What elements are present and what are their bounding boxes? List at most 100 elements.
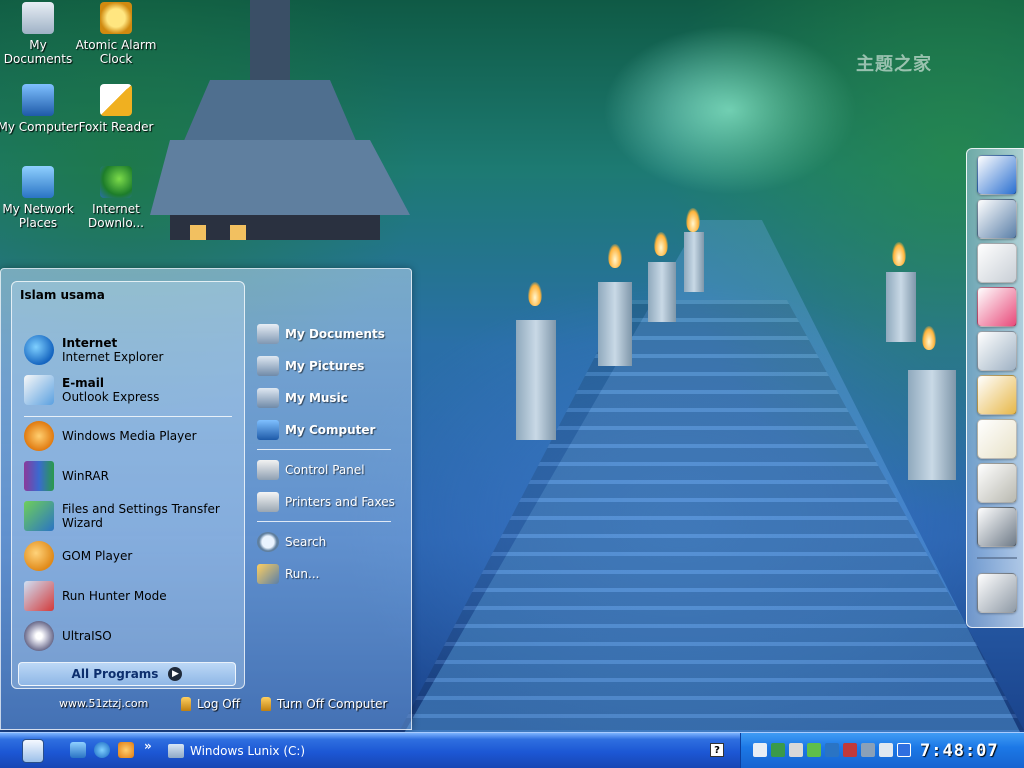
wallpaper-candle-flame: [686, 208, 700, 232]
wallpaper-candle-flame: [654, 232, 668, 256]
start-menu-separator: [257, 449, 391, 450]
taskbar-button-label: Windows Lunix (C:): [190, 744, 306, 758]
system-label: Printers and Faxes: [285, 495, 395, 509]
system-label: Control Panel: [285, 463, 365, 477]
trash-icon[interactable]: [977, 573, 1017, 613]
start-menu-printers-and-faxes[interactable]: Printers and Faxes: [257, 491, 395, 513]
item-label: WinRAR: [62, 469, 109, 483]
wallpaper-candle-flame: [892, 242, 906, 266]
start-menu-place-my-documents[interactable]: My Documents: [257, 323, 385, 345]
ultraiso-icon: [24, 621, 54, 651]
dock-separator: [977, 557, 1017, 559]
turn-off-computer-button[interactable]: Turn Off Computer: [261, 697, 387, 711]
windows-media-player-icon[interactable]: [118, 742, 134, 758]
safely-remove-icon[interactable]: [807, 743, 821, 757]
start-menu-item-email[interactable]: E-mail Outlook Express: [24, 372, 159, 408]
all-programs-label: All Programs: [71, 667, 159, 681]
help-icon[interactable]: ?: [710, 743, 724, 757]
printer-icon: [22, 2, 54, 34]
wallpaper-walkway: [400, 220, 1024, 740]
wallpaper-candle-flame: [922, 326, 936, 350]
tool-label: Search: [285, 535, 327, 549]
desktop-icon-my-computer[interactable]: My Computer: [0, 84, 80, 134]
winrar-icon: [24, 461, 54, 491]
calculator-icon[interactable]: [977, 463, 1017, 503]
internet-explorer-icon: [24, 335, 54, 365]
place-label: My Documents: [285, 327, 385, 341]
drawing-tablet-icon[interactable]: [977, 199, 1017, 239]
log-off-button[interactable]: Log Off: [181, 697, 240, 711]
window-tray-icon[interactable]: [897, 743, 911, 757]
side-dock: [966, 148, 1024, 628]
shield-icon[interactable]: [825, 743, 839, 757]
start-menu-item-internet[interactable]: Internet Internet Explorer: [24, 332, 163, 368]
log-off-label: Log Off: [197, 697, 240, 711]
start-menu-item-run-hunter-mode[interactable]: Run Hunter Mode: [24, 578, 167, 614]
item-label: Windows Media Player: [62, 429, 197, 443]
start-menu-item-winrar[interactable]: WinRAR: [24, 458, 109, 494]
wallpaper-candle-post: [648, 262, 676, 322]
taskbar-clock[interactable]: 7:48:07: [920, 741, 999, 761]
item-subtitle: Internet Explorer: [62, 350, 164, 364]
start-button[interactable]: [22, 739, 44, 763]
desktop-icon-label: My Computer: [0, 120, 79, 134]
gears-icon[interactable]: [977, 243, 1017, 283]
monitor-tray-icon[interactable]: [879, 743, 893, 757]
control-panel-icon: [257, 460, 279, 480]
launcher-a-icon[interactable]: [977, 155, 1017, 195]
desktop-icon-my-documents[interactable]: My Documents: [0, 2, 80, 66]
antivirus-icon[interactable]: [843, 743, 857, 757]
start-menu-item-ultraiso[interactable]: UltraISO: [24, 618, 112, 654]
globe-icon[interactable]: [977, 331, 1017, 371]
settings-tools-icon[interactable]: [977, 507, 1017, 547]
start-menu-search[interactable]: Search: [257, 531, 326, 553]
start-menu-run[interactable]: Run...: [257, 563, 319, 585]
wallpaper-walkway-boards: [400, 300, 1024, 730]
start-menu-place-my-music[interactable]: My Music: [257, 387, 348, 409]
desktop-icon-label: My Network Places: [2, 202, 74, 230]
start-menu-url: www.51ztzj.com: [59, 697, 149, 710]
desktop-icon-internet-download-manager[interactable]: Internet Downlo...: [74, 166, 158, 230]
volume-icon[interactable]: [789, 743, 803, 757]
music-folder-icon: [257, 388, 279, 408]
display-tray-icon[interactable]: [861, 743, 875, 757]
quick-launch-chevron[interactable]: »: [144, 739, 152, 753]
wallpaper-candle-post: [684, 232, 704, 292]
internet-explorer-icon[interactable]: [94, 742, 110, 758]
wallpaper-candle-post: [598, 282, 632, 366]
start-menu-control-panel[interactable]: Control Panel: [257, 459, 365, 481]
desktop-icon-atomic-alarm-clock[interactable]: Atomic Alarm Clock: [74, 2, 158, 66]
network-tray-icon[interactable]: [771, 743, 785, 757]
desktop-icon-foxit-reader[interactable]: Foxit Reader: [74, 84, 158, 134]
wallpaper-candle-post: [886, 272, 916, 342]
item-title: Internet: [62, 336, 118, 350]
start-menu-item-windows-media-player[interactable]: Windows Media Player: [24, 418, 197, 454]
taskbar-button-windows-lunix[interactable]: Windows Lunix (C:): [162, 737, 322, 765]
start-menu: Islam usama Internet Internet Explorer E…: [0, 268, 412, 730]
start-menu-place-my-computer[interactable]: My Computer: [257, 419, 375, 441]
item-subtitle: Outlook Express: [62, 390, 160, 404]
wallpaper-candle-post: [908, 370, 956, 480]
desktop-icon-label: Atomic Alarm Clock: [75, 38, 157, 66]
start-menu-separator: [24, 416, 232, 417]
document-tray-icon[interactable]: [753, 743, 767, 757]
paint-palette-icon[interactable]: [977, 375, 1017, 415]
wallpaper-lantern: [150, 0, 410, 240]
start-menu-place-my-pictures[interactable]: My Pictures: [257, 355, 364, 377]
desktop-icon-my-network-places[interactable]: My Network Places: [0, 166, 80, 230]
place-label: My Computer: [285, 423, 376, 437]
notepad-icon[interactable]: [977, 419, 1017, 459]
item-label: GOM Player: [62, 549, 133, 563]
place-label: My Pictures: [285, 359, 365, 373]
network-icon: [22, 166, 54, 198]
all-programs-button[interactable]: All Programs ▶: [18, 662, 236, 686]
wallpaper-candle-flame: [608, 244, 622, 268]
start-menu-item-gom-player[interactable]: GOM Player: [24, 538, 132, 574]
item-label: UltraISO: [62, 629, 112, 643]
show-desktop-icon[interactable]: [70, 742, 86, 758]
desktop-icon-label: Foxit Reader: [78, 120, 154, 134]
start-menu-footer: www.51ztzj.com Log Off Turn Off Computer: [1, 689, 411, 729]
color-wheel-icon[interactable]: [977, 287, 1017, 327]
start-menu-item-transfer-wizard[interactable]: Files and Settings Transfer Wizard: [24, 498, 244, 534]
key-icon: [181, 697, 191, 711]
